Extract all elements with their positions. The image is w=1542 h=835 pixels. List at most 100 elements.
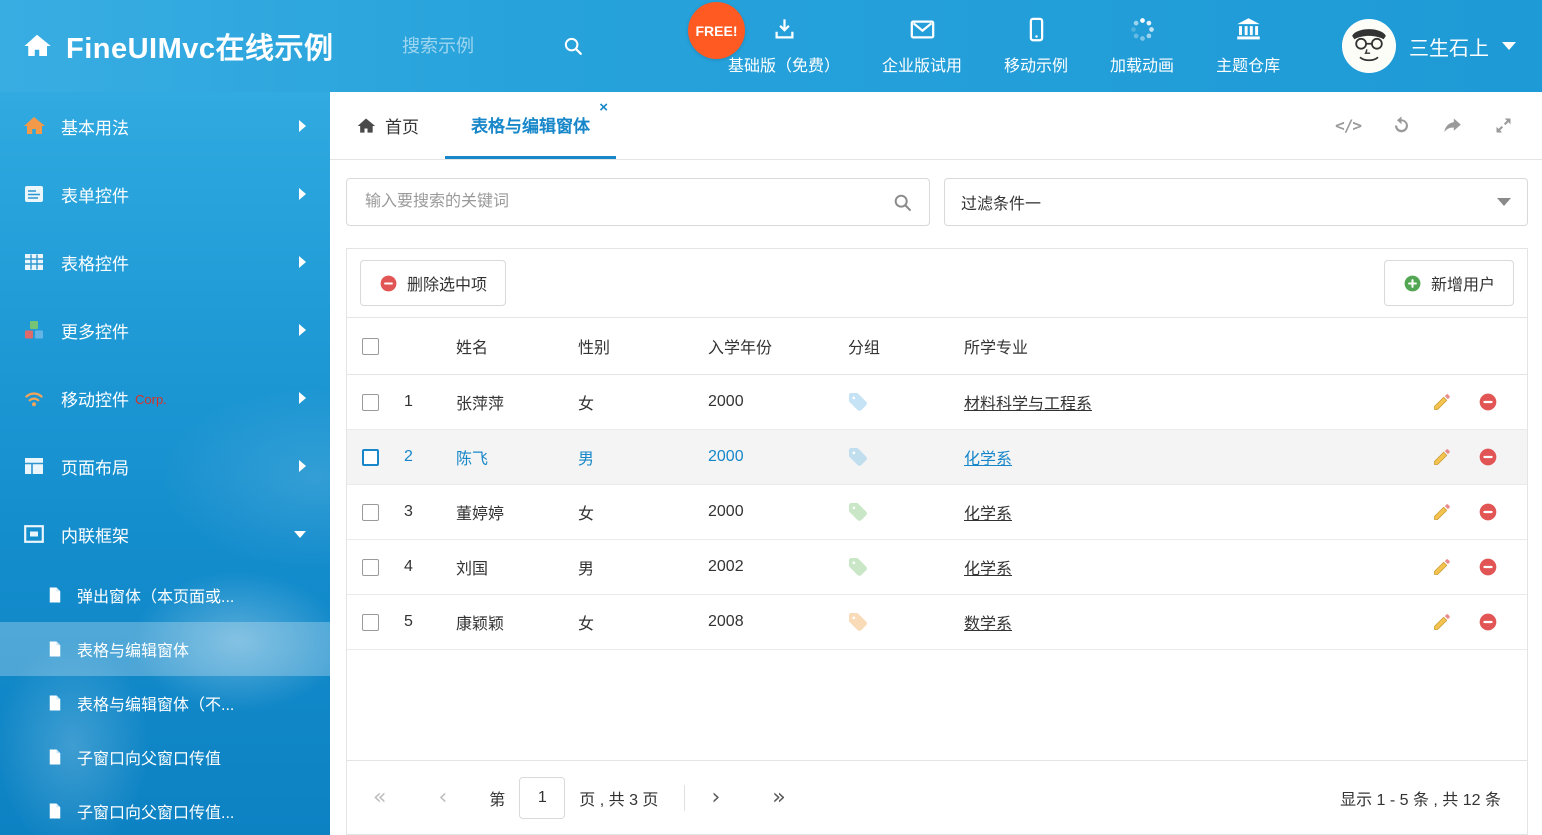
sidebar-item-iframe[interactable]: 内联框架 [0,500,330,568]
app-title: FineUIMvc在线示例 [66,25,334,67]
sidebar-subitem-popup-window[interactable]: 弹出窗体（本页面或... [0,568,330,622]
keyword-search-input[interactable] [363,192,892,212]
delete-minus-icon[interactable] [1478,447,1498,467]
row-checkbox[interactable] [362,394,379,411]
sidebar-subitem-grid-edit-window[interactable]: 表格与编辑窗体 [0,622,330,676]
envelope-icon [909,16,936,43]
expand-icon[interactable] [1493,115,1514,136]
table-row[interactable]: 5 康颖颖 女 2008 数学系 [347,595,1527,650]
nav-item-basic-free[interactable]: 基础版（免费） [728,16,840,76]
sidebar-item-grid-controls[interactable]: 表格控件 [0,228,330,296]
select-all-checkbox[interactable] [362,338,379,355]
major-link[interactable]: 材料科学与工程系 [964,396,1092,413]
nav-item-label: 企业版试用 [882,52,962,76]
sidebar-subitem-child-to-parent[interactable]: 子窗口向父窗口传值 [0,730,330,784]
delete-minus-icon[interactable] [1478,612,1498,632]
row-checkbox[interactable] [362,504,379,521]
nav-item-label: 移动示例 [1004,52,1068,76]
page-root: FineUIMvc在线示例 FREE! 基础版（免费） 企业版试用 移动示例 加… [0,0,1542,835]
sidebar-subitem-child-to-parent-2[interactable]: 子窗口向父窗口传值... [0,784,330,835]
sidebar-item-basic-usage[interactable]: 基本用法 [0,92,330,160]
sidebar-item-more-controls[interactable]: 更多控件 [0,296,330,364]
add-user-button[interactable]: 新增用户 [1384,260,1514,306]
body: 基本用法 表单控件 表格控件 更多控件 移动控件 Corp. [0,92,1542,835]
next-page-button[interactable]: › [711,787,720,809]
major-link[interactable]: 化学系 [964,561,1012,578]
edit-pencil-icon[interactable] [1432,502,1452,522]
table-row[interactable]: 2 陈飞 男 2000 化学系 [347,430,1527,485]
table-row[interactable]: 1 张萍萍 女 2000 材料科学与工程系 [347,375,1527,430]
table-icon [22,250,46,274]
major-link[interactable]: 化学系 [964,451,1012,468]
delete-minus-icon[interactable] [1478,502,1498,522]
content: 过滤条件一 删除选中项 新增用户 [330,160,1542,835]
sidebar-item-label: 更多控件 [61,318,129,343]
cell-gender: 女 [573,375,703,430]
sidebar-item-mobile-controls[interactable]: 移动控件 Corp. [0,364,330,432]
nav-item-loading-animation[interactable]: 加载动画 [1110,16,1174,76]
user-menu[interactable]: 三生石上 [1342,19,1542,73]
code-icon[interactable]: </> [1335,116,1361,135]
file-icon [46,748,64,766]
major-link[interactable]: 化学系 [964,506,1012,523]
home-icon [356,116,376,136]
sidebar-item-label: 表单控件 [61,182,129,207]
row-checkbox[interactable] [362,614,379,631]
delete-minus-icon[interactable] [1478,392,1498,412]
header-search-input[interactable] [400,35,550,58]
search-icon[interactable] [562,35,584,57]
nav-item-enterprise-trial[interactable]: 企业版试用 [882,16,962,76]
signal-icon [22,386,46,410]
sidebar-subitem-grid-edit-window-2[interactable]: 表格与编辑窗体（不... [0,676,330,730]
first-page-button[interactable]: « [373,787,386,809]
row-number: 2 [399,430,451,485]
tag-icon [848,447,959,467]
caret-down-icon [1497,198,1511,206]
edit-pencil-icon[interactable] [1432,557,1452,577]
edit-pencil-icon[interactable] [1432,612,1452,632]
page-prefix-label: 第 [489,786,505,810]
sidebar-subitem-label: 子窗口向父窗口传值 [77,745,221,769]
close-icon[interactable]: × [599,100,608,115]
table-row[interactable]: 4 刘国 男 2002 化学系 [347,540,1527,595]
pager-divider [684,785,685,811]
tab-grid-edit-window[interactable]: 表格与编辑窗体 × [445,92,616,159]
user-name: 三生石上 [1409,32,1489,61]
brand[interactable]: FineUIMvc在线示例 [0,25,400,67]
sidebar-item-label: 移动控件 [61,386,129,411]
chevron-right-icon [299,324,306,336]
top-header: FineUIMvc在线示例 FREE! 基础版（免费） 企业版试用 移动示例 加… [0,0,1542,92]
table-row[interactable]: 3 董婷婷 女 2000 化学系 [347,485,1527,540]
forward-icon[interactable] [1442,115,1463,136]
nav-item-theme-repo[interactable]: 主题仓库 [1216,16,1280,76]
main-area: 首页 表格与编辑窗体 × </> [330,92,1542,835]
sidebar-subitem-label: 弹出窗体（本页面或... [77,583,234,607]
edit-pencil-icon[interactable] [1432,447,1452,467]
delete-minus-icon[interactable] [1478,557,1498,577]
filter-row: 过滤条件一 [346,178,1528,226]
row-checkbox[interactable] [362,559,379,576]
prev-page-button[interactable]: ‹ [438,787,447,809]
edit-pencil-icon[interactable] [1432,392,1452,412]
column-header-name: 姓名 [451,318,573,375]
corp-badge: Corp. [135,392,167,407]
last-page-button[interactable]: » [772,787,785,809]
refresh-icon[interactable] [1391,115,1412,136]
filter-dropdown[interactable]: 过滤条件一 [944,178,1528,226]
tab-home[interactable]: 首页 [330,92,445,159]
sidebar-item-label: 内联框架 [61,522,129,547]
row-number: 5 [399,595,451,650]
row-checkbox[interactable] [362,449,379,466]
cell-name: 刘国 [451,540,573,595]
column-header-empty [399,318,451,375]
sidebar-item-page-layout[interactable]: 页面布局 [0,432,330,500]
cell-gender: 女 [573,595,703,650]
nav-item-mobile-demo[interactable]: 移动示例 [1004,16,1068,76]
page-number-input[interactable] [519,777,565,819]
search-icon[interactable] [892,192,913,213]
sidebar-item-form-controls[interactable]: 表单控件 [0,160,330,228]
cell-year: 2002 [703,540,843,595]
delete-selected-button[interactable]: 删除选中项 [360,260,506,306]
major-link[interactable]: 数学系 [964,616,1012,633]
chevron-down-icon [294,531,306,538]
